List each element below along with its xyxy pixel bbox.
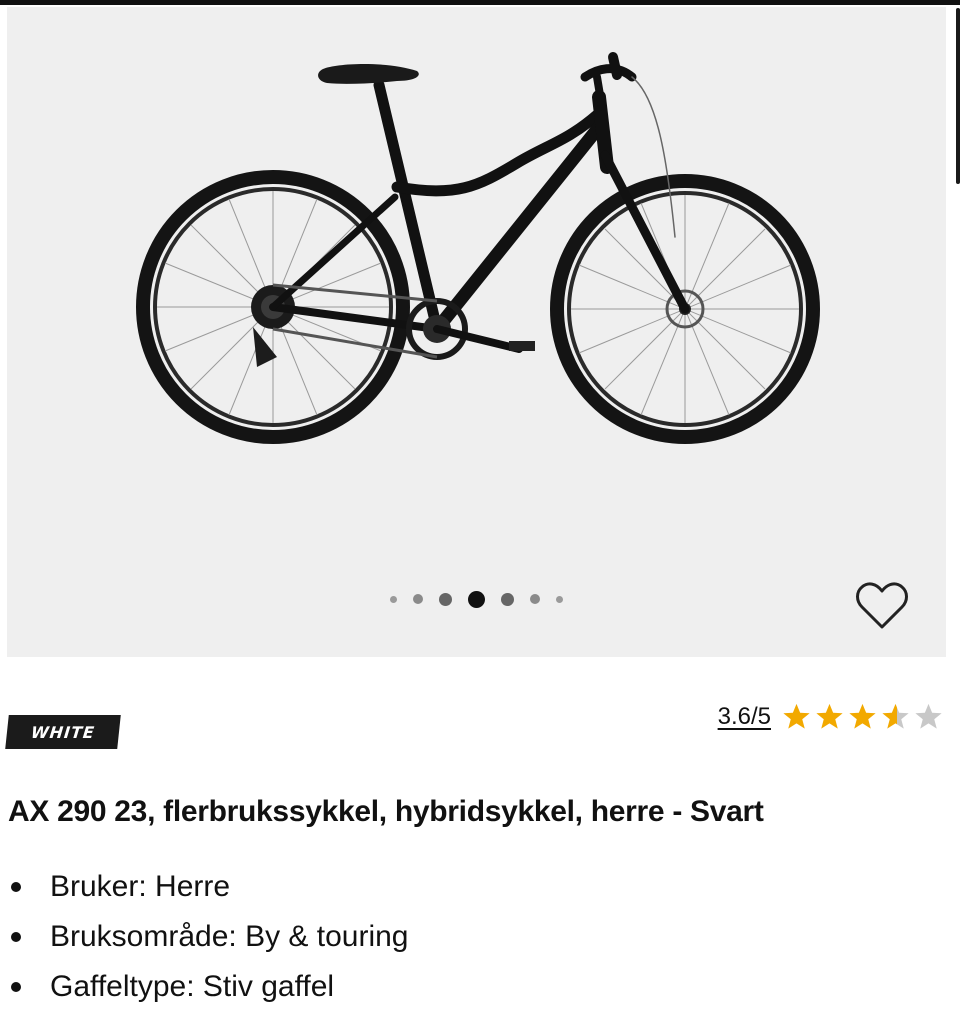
rating[interactable]: 3.6/5	[718, 702, 944, 732]
spec-list: Bruker: Herre Bruksområde: By & touring …	[8, 862, 409, 1012]
spec-item: Bruksområde: By & touring	[8, 912, 409, 962]
bike-image	[136, 52, 820, 444]
carousel-dot[interactable]	[556, 595, 563, 603]
carousel-dot-active[interactable]	[468, 590, 485, 608]
brand-logo-text: WHITE	[30, 722, 96, 742]
brand-logo[interactable]: WHITE	[5, 715, 121, 749]
top-bar	[0, 0, 960, 5]
bullet-icon	[11, 882, 21, 892]
carousel-indicator	[7, 589, 946, 609]
star-empty-icon	[915, 703, 942, 729]
scrollbar[interactable]	[956, 8, 960, 184]
bullet-icon	[11, 982, 21, 992]
star-full-icon	[816, 703, 843, 729]
spec-text: Bruker: Herre	[50, 870, 231, 903]
saddle	[318, 64, 419, 84]
heart-outline-icon	[856, 582, 908, 629]
rating-value[interactable]: 3.6/5	[718, 703, 771, 731]
product-image-gallery[interactable]	[7, 7, 946, 657]
carousel-dot[interactable]	[501, 592, 514, 606]
product-title: AX 290 23, flerbrukssykkel, hybridsykkel…	[8, 795, 764, 828]
favorite-button[interactable]	[855, 581, 909, 631]
star-half-icon	[882, 703, 909, 729]
spec-item: Gaffeltype: Stiv gaffel	[8, 962, 409, 1012]
star-full-icon	[849, 703, 876, 729]
rating-stars	[781, 702, 944, 732]
bullet-icon	[11, 932, 21, 942]
carousel-dot[interactable]	[390, 595, 397, 603]
carousel-dot[interactable]	[413, 594, 423, 604]
star-full-icon	[783, 703, 810, 729]
spec-text: Gaffeltype: Stiv gaffel	[50, 970, 335, 1003]
carousel-dot[interactable]	[439, 592, 452, 606]
spec-item: Bruker: Herre	[8, 862, 409, 912]
spec-text: Bruksområde: By & touring	[50, 920, 409, 953]
carousel-dot[interactable]	[530, 594, 540, 604]
